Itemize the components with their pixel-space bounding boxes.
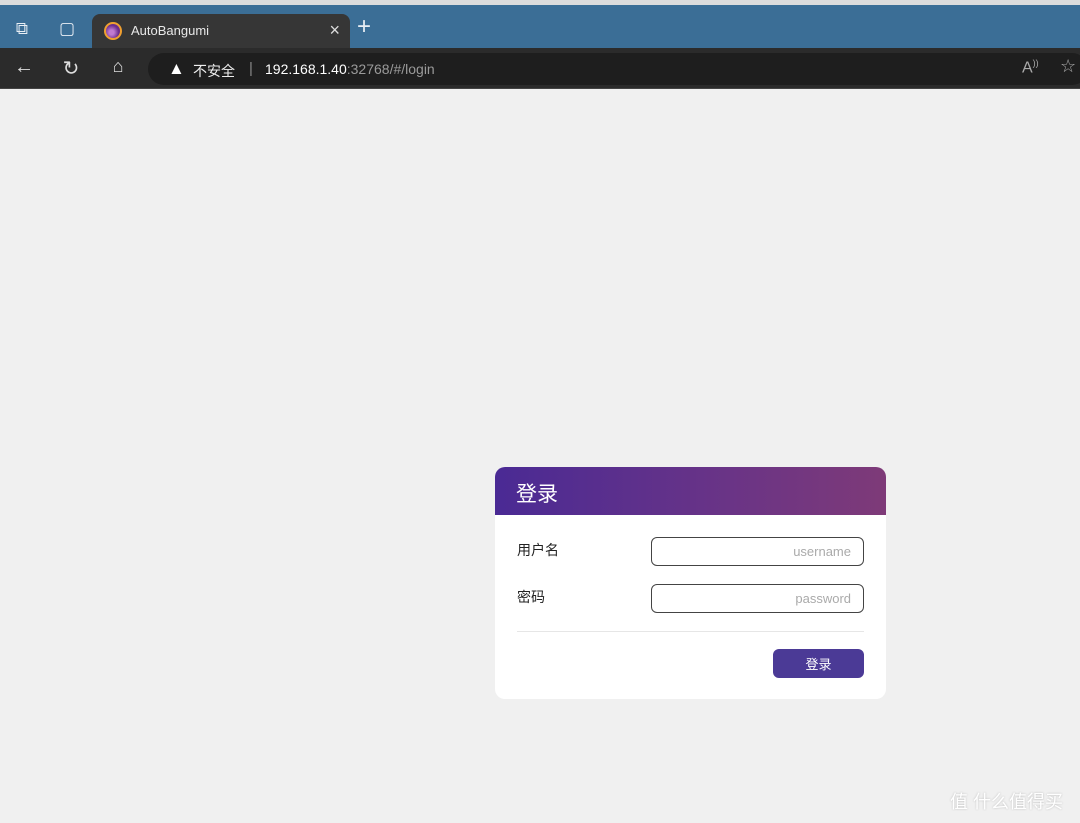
- url-host: 192.168.1.40: [265, 61, 347, 77]
- add-favorite-icon[interactable]: ☆: [1060, 56, 1076, 77]
- tab-actions-icon[interactable]: ▢: [57, 19, 77, 39]
- password-label: 密码: [517, 589, 545, 605]
- new-tab-button[interactable]: +: [357, 15, 371, 39]
- security-label[interactable]: 不安全: [193, 61, 235, 81]
- tab-close-icon[interactable]: ×: [329, 20, 340, 41]
- divider: [517, 631, 864, 632]
- login-title: 登录: [495, 467, 886, 515]
- refresh-icon[interactable]: ↻: [59, 56, 83, 81]
- watermark: 值 什么值得买: [950, 792, 1064, 812]
- login-button[interactable]: 登录: [773, 649, 864, 678]
- tab-autobangumi[interactable]: AutoBangumi ×: [92, 14, 350, 48]
- address-separator: |: [249, 60, 253, 77]
- address-bar[interactable]: ▲ 不安全 | 192.168.1.40:32768/#/login: [148, 53, 1080, 85]
- home-icon[interactable]: ⌂: [106, 56, 130, 77]
- tab-title: AutoBangumi: [131, 23, 210, 38]
- back-icon[interactable]: ←: [12, 56, 36, 79]
- read-aloud-icon[interactable]: A)): [1022, 58, 1039, 77]
- password-input[interactable]: [651, 584, 864, 613]
- username-input[interactable]: [651, 537, 864, 566]
- url-path: :32768/#/login: [346, 61, 435, 77]
- warning-icon[interactable]: ▲: [168, 59, 185, 79]
- autobangumi-favicon-icon: [104, 22, 122, 40]
- username-label: 用户名: [517, 542, 559, 558]
- workspaces-icon[interactable]: ⧉: [12, 19, 32, 39]
- url-text[interactable]: 192.168.1.40:32768/#/login: [265, 61, 435, 77]
- tab-bar: ⧉ ▢ AutoBangumi × +: [0, 5, 1080, 48]
- login-card: 登录 用户名 密码 登录: [495, 467, 886, 699]
- browser-toolbar: ← ↻ ⌂ ▲ 不安全 | 192.168.1.40:32768/#/login…: [0, 48, 1080, 89]
